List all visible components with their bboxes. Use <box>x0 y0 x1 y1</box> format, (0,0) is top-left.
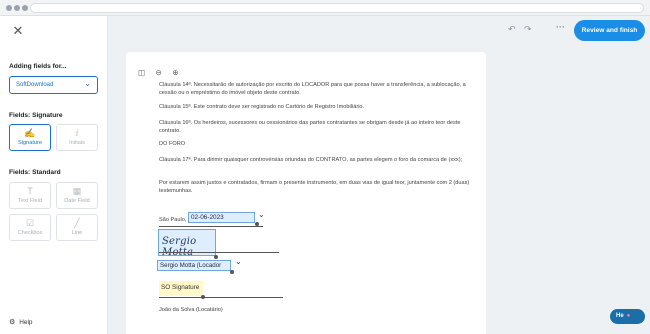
signer-select[interactable]: SoftDownload ⌄ <box>9 76 98 94</box>
chevron-down-icon: ⌄ <box>84 79 91 88</box>
date-field-tile[interactable]: ▦ Date Field <box>56 182 98 209</box>
app: ✕ Adding fields for... SoftDownload ⌄ Fi… <box>0 16 650 334</box>
help-link[interactable]: ⚙ Help <box>9 318 33 327</box>
checkbox-tile[interactable]: ☑ Checkbox <box>9 214 51 241</box>
initials-field[interactable]: SO Signature <box>159 281 203 296</box>
zoom-in-icon[interactable]: ⊕ <box>172 68 178 77</box>
undo-icon[interactable]: ↶ <box>508 24 516 35</box>
lessee-name: João da Solva (Locatário) <box>159 307 223 313</box>
top-toolbar: ↶ ↷ ··· Review and finish <box>108 16 650 46</box>
document-page: ◫ ⊖ ⊕ Cláusula 14ª. Necessitarão de auto… <box>126 52 486 334</box>
signer-select-value: SoftDownload <box>16 82 54 88</box>
window-dot <box>6 5 12 11</box>
text-field-icon: T <box>27 186 33 196</box>
close-icon[interactable]: ✕ <box>11 24 25 38</box>
initials-tile-label: Initials <box>69 140 85 146</box>
review-and-finish-button[interactable]: Review and finish <box>574 20 645 41</box>
signature-tile[interactable]: ✍ Signature <box>9 124 51 151</box>
brain-icon: ● <box>626 313 631 319</box>
sidebar: ✕ Adding fields for... SoftDownload ⌄ Fi… <box>0 16 108 334</box>
text-field-tile-label: Text Field <box>18 198 42 204</box>
clause-14-text: Cláusula 14ª. Necessitarão de autorizaçã… <box>159 82 466 96</box>
chevron-down-icon[interactable]: ⌄ <box>235 257 242 266</box>
redo-icon[interactable]: ↷ <box>524 24 532 35</box>
resize-handle[interactable] <box>214 255 218 259</box>
browser-bar <box>0 0 650 16</box>
signature-line <box>159 252 279 253</box>
panel-toggle-icon[interactable]: ◫ <box>138 68 145 77</box>
window-dot <box>22 5 28 11</box>
signature-tile-label: Signature <box>18 140 42 146</box>
clause-17-text: Cláusula 17ª. Para dirimir quaisquer con… <box>159 157 463 163</box>
signature-line <box>159 226 263 227</box>
more-icon[interactable]: ··· <box>556 22 565 32</box>
date-field-tile-label: Date Field <box>64 198 90 204</box>
window-dot <box>14 5 20 11</box>
help-label: Help <box>19 318 33 326</box>
calendar-icon: ▦ <box>72 186 82 196</box>
heading-foro: DO FORO <box>159 141 186 147</box>
line-tile[interactable]: ╱ Line <box>56 214 98 241</box>
signature-line <box>159 297 283 298</box>
adding-fields-label: Adding fields for... <box>9 63 67 70</box>
signer-name-field[interactable]: Sergio Motta (Locador <box>157 260 231 271</box>
chevron-down-icon[interactable]: ⌄ <box>258 210 265 219</box>
line-icon: ╱ <box>74 218 80 228</box>
checkbox-icon: ☑ <box>25 218 35 228</box>
text-field-tile[interactable]: T Text Field <box>9 182 51 209</box>
date-field[interactable]: 02-06-2023 <box>188 212 255 223</box>
chat-label: He <box>616 313 624 319</box>
clause-16-text: Cláusula 16ª. Os herdeiros, sucessores o… <box>159 120 461 134</box>
zoom-toolbar: ◫ ⊖ ⊕ <box>138 62 185 77</box>
initials-tile[interactable]: ⅈ Initials <box>56 124 98 151</box>
signature-section-label: Fields: Signature <box>9 112 63 119</box>
help-icon: ⚙ <box>9 319 16 326</box>
clause-15-text: Cláusula 15ª. Este contrato deve ser reg… <box>159 104 365 110</box>
standard-section-label: Fields: Standard <box>9 169 61 176</box>
chat-help-button[interactable]: He ● <box>610 309 645 324</box>
address-bar[interactable] <box>30 3 644 13</box>
initials-icon: ⅈ <box>75 128 79 138</box>
zoom-out-icon[interactable]: ⊖ <box>156 68 162 77</box>
resize-handle[interactable] <box>230 270 234 274</box>
closing-text: Por estarem assim justos e contratados, … <box>159 180 470 194</box>
signature-icon: ✍ <box>24 128 36 138</box>
line-tile-label: Line <box>71 230 83 236</box>
signature-text: Sergio Motta <box>162 236 197 258</box>
checkbox-tile-label: Checkbox <box>17 230 43 236</box>
